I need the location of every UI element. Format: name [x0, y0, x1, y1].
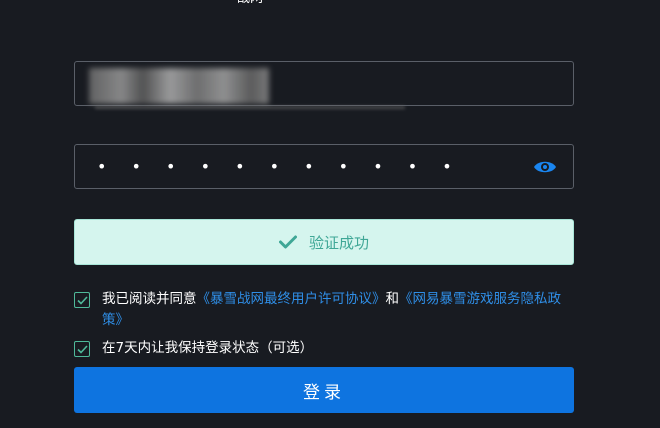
login-button[interactable]: 登录	[74, 367, 574, 413]
verification-status: 验证成功	[74, 219, 574, 265]
battlenet-logo-icon	[183, 0, 217, 8]
checkbox-check-icon	[76, 295, 88, 305]
header-logo: 战网	[183, 0, 263, 8]
show-password-eye-icon[interactable]	[533, 159, 557, 175]
blurred-account-underline	[95, 106, 405, 109]
verification-label: 验证成功	[308, 233, 369, 252]
password-mask: • • • • • • • • • • •	[97, 157, 462, 176]
logo-text: 战网	[237, 0, 263, 6]
eula-link[interactable]: 《暴雪战网最终用户许可协议》	[197, 291, 386, 307]
terms-prefix: 我已阅读并同意	[102, 291, 197, 307]
terms-checkbox[interactable]	[74, 292, 90, 308]
terms-agreement-row: 我已阅读并同意《暴雪战网最终用户许可协议》和《网易暴雪游戏服务隐私政策》	[74, 289, 574, 331]
terms-text: 我已阅读并同意《暴雪战网最终用户许可协议》和《网易暴雪游戏服务隐私政策》	[102, 289, 574, 331]
check-icon	[278, 235, 297, 249]
remember-me-row: 在7天内让我保持登录状态（可选）	[74, 338, 574, 359]
password-field[interactable]: • • • • • • • • • • •	[74, 144, 574, 189]
terms-middle: 和	[385, 291, 400, 307]
remember-me-checkbox[interactable]	[74, 341, 90, 357]
blurred-account-value	[89, 68, 269, 104]
account-field[interactable]	[74, 61, 574, 109]
checkbox-check-icon	[76, 344, 88, 354]
remember-me-label: 在7天内让我保持登录状态（可选）	[102, 340, 314, 356]
